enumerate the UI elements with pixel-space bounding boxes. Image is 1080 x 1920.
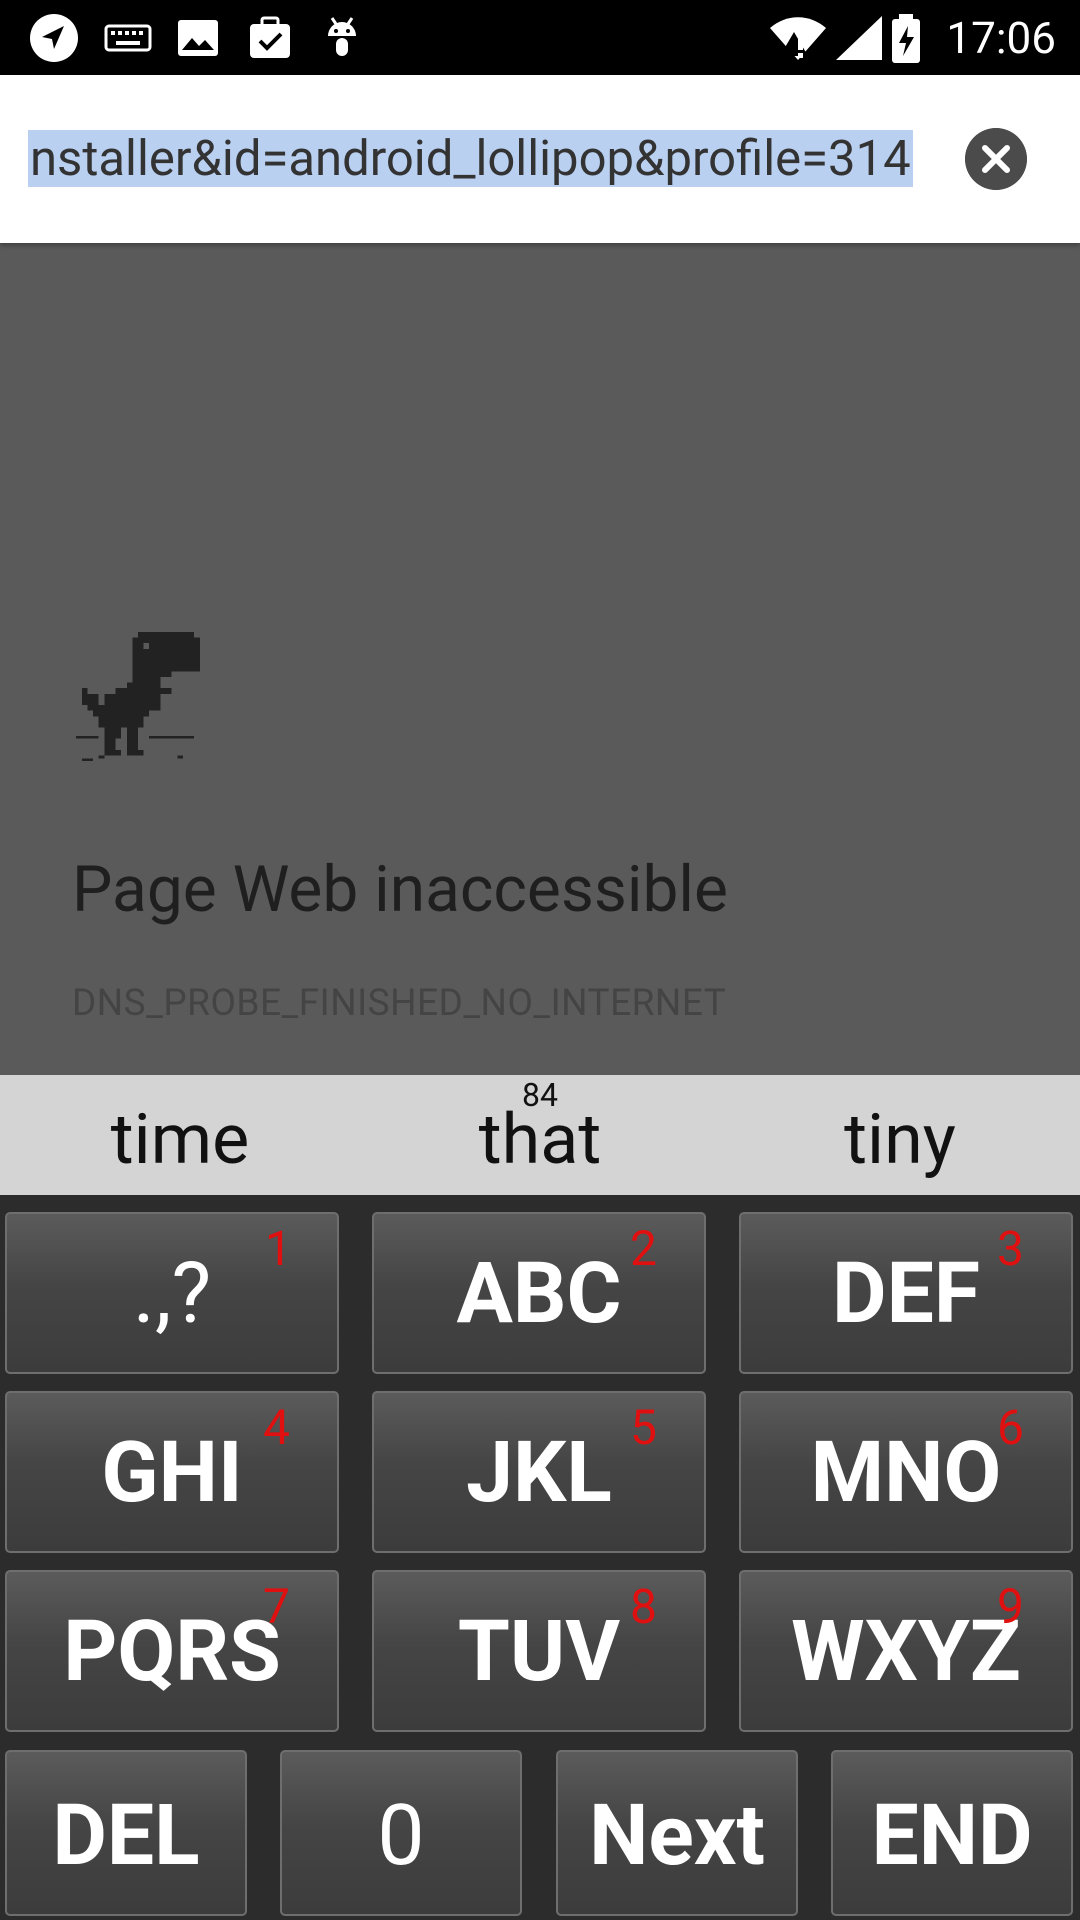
key-number: 2 [630, 1220, 657, 1277]
error-code: DNS_PROBE_FINISHED_NO_INTERNET [72, 982, 727, 1025]
image-icon [178, 20, 218, 56]
battery-charging-icon [892, 14, 920, 63]
key-number: 3 [997, 1220, 1024, 1277]
key-jkl[interactable]: JKL 5 [372, 1391, 706, 1553]
key-punctuation[interactable]: .,? 1 [5, 1212, 339, 1374]
close-circle-icon[interactable] [965, 128, 1027, 190]
key-number: 6 [997, 1399, 1024, 1456]
url-bar: nstaller&id=android_lollipop&profile=314 [0, 75, 1080, 243]
navigation-arrow-icon [30, 14, 78, 62]
key-ghi[interactable]: GHI 4 [5, 1391, 339, 1553]
key-wxyz[interactable]: WXYZ 9 [739, 1570, 1073, 1732]
key-number: 1 [265, 1220, 292, 1277]
t9-keypad: .,? 1 ABC 2 DEF 3 GHI 4 JKL 5 MNO 6 PQRS… [0, 1198, 1080, 1920]
key-number: 9 [997, 1578, 1024, 1635]
suggestion-item[interactable]: tiny [720, 1075, 1080, 1195]
key-number: 8 [630, 1578, 657, 1635]
key-pqrs[interactable]: PQRS 7 [5, 1570, 339, 1732]
clock-time: 17:06 [946, 12, 1056, 64]
suggestion-item[interactable]: that [360, 1075, 720, 1195]
next-button[interactable]: Next [556, 1750, 798, 1916]
key-label: END [871, 1786, 1033, 1885]
url-input[interactable]: nstaller&id=android_lollipop&profile=314 [28, 125, 913, 193]
suggestion-item[interactable]: time [0, 1075, 360, 1195]
key-label: 0 [377, 1786, 425, 1885]
key-tuv[interactable]: TUV 8 [372, 1570, 706, 1732]
key-abc[interactable]: ABC 2 [372, 1212, 706, 1374]
keyboard-icon [104, 24, 152, 52]
url-text-selected: nstaller&id=android_lollipop&profile=314 [28, 130, 913, 187]
key-number: 7 [263, 1578, 290, 1635]
key-number: 4 [263, 1399, 290, 1456]
end-button[interactable]: END [831, 1750, 1073, 1916]
key-label: DEL [52, 1786, 200, 1885]
key-mno[interactable]: MNO 6 [739, 1391, 1073, 1553]
wifi-alert-icon [770, 17, 826, 60]
android-icon [328, 17, 356, 56]
status-bar: 17:06 [0, 0, 1080, 75]
clipboard-check-icon [250, 16, 290, 58]
key-def[interactable]: DEF 3 [739, 1212, 1073, 1374]
cell-signal-icon [836, 16, 882, 60]
suggestion-bar: 84 time that tiny [0, 1075, 1080, 1198]
key-zero[interactable]: 0 [280, 1750, 522, 1916]
error-title: Page Web inaccessible [72, 852, 728, 927]
key-number: 5 [630, 1399, 657, 1456]
dino-icon [76, 632, 200, 762]
key-label: Next [589, 1786, 765, 1885]
delete-button[interactable]: DEL [5, 1750, 247, 1916]
